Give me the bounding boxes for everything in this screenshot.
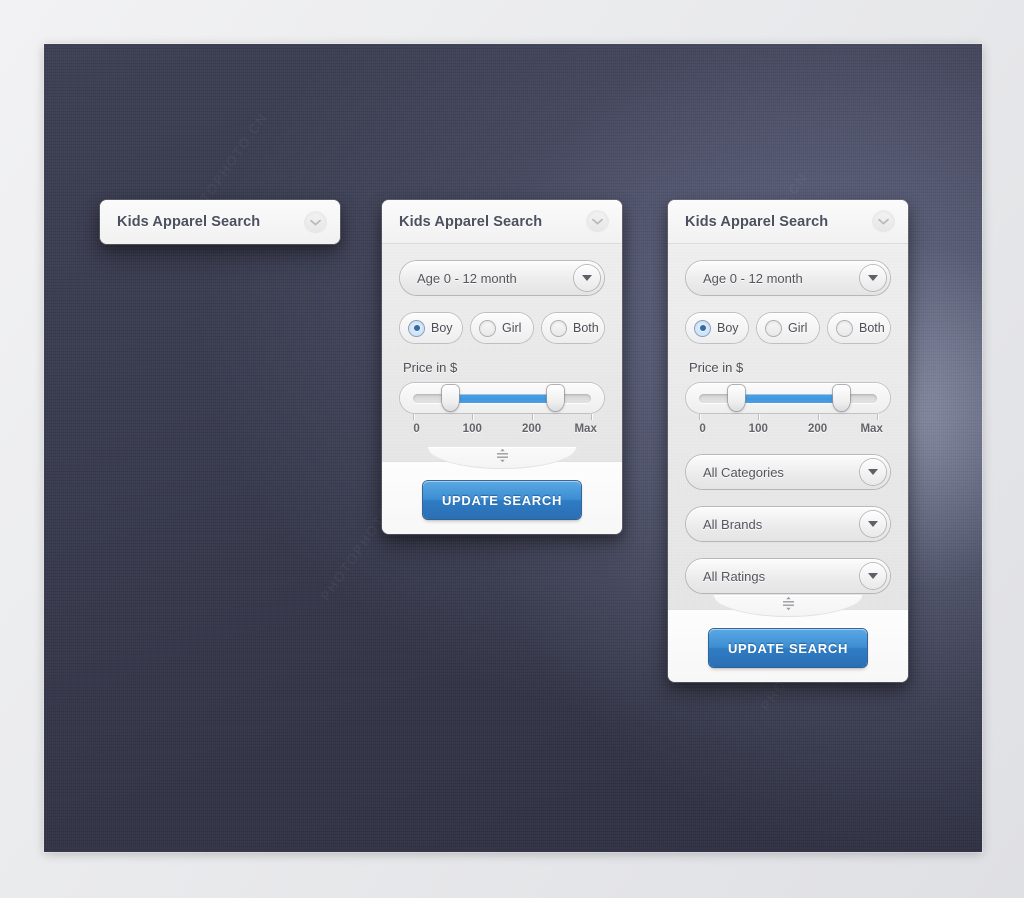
radio-label: Boy (717, 321, 739, 335)
tick-label: Max (574, 423, 597, 435)
caret-glyph (868, 275, 878, 281)
age-select-value: Age 0 - 12 month (703, 270, 803, 286)
price-range-slider[interactable] (400, 383, 604, 413)
caret-down-icon[interactable] (860, 265, 886, 291)
slider-tick-labels: 0 100 200 Max (413, 423, 597, 439)
radio-indicator (409, 320, 424, 336)
brands-select[interactable]: All Brands (686, 507, 890, 541)
caret-down-icon[interactable] (574, 265, 600, 291)
gender-radio-group[interactable]: Boy Girl Both (686, 313, 890, 343)
age-select[interactable]: Age 0 - 12 month (686, 261, 890, 295)
update-search-button[interactable]: UPDATE SEARCH (709, 629, 867, 667)
slider-range-fill (736, 393, 842, 403)
search-panel-collapsed[interactable]: Kids Apparel Search (100, 200, 340, 244)
tick-label: 0 (699, 423, 706, 435)
radio-indicator (551, 320, 566, 336)
slider-range-fill (450, 393, 556, 403)
tick-label: 100 (748, 423, 768, 435)
slider-handle-min[interactable] (442, 384, 460, 411)
search-panel-compact[interactable]: Kids Apparel Search Age 0 - 12 month Boy… (382, 200, 622, 534)
price-slider-label: Price in $ (403, 360, 458, 375)
resize-vertical-grip-icon[interactable] (427, 447, 577, 469)
brands-select-value: All Brands (703, 516, 763, 532)
caret-glyph (868, 521, 878, 527)
slider-ticks (413, 414, 592, 421)
price-range-slider[interactable] (686, 383, 890, 413)
panel-body: Age 0 - 12 month Boy Girl Both Price in … (382, 244, 622, 461)
slider-handle-min[interactable] (728, 384, 746, 411)
categories-select[interactable]: All Categories (686, 455, 890, 489)
page-background: PHOTOPHOTO.CN PHOTOPHOTO.CN PHOTOPHOTO.C… (0, 0, 1024, 898)
caret-glyph (582, 275, 592, 281)
caret-down-icon[interactable] (860, 459, 886, 485)
radio-indicator (695, 320, 710, 336)
radio-option-boy[interactable]: Boy (686, 313, 748, 343)
panel-body: Age 0 - 12 month Boy Girl Both Price in … (668, 244, 908, 609)
resize-vertical-grip-icon[interactable] (713, 595, 863, 617)
panel-footer: UPDATE SEARCH (382, 447, 622, 534)
panel-footer: UPDATE SEARCH (668, 595, 908, 682)
chevron-down-icon[interactable] (305, 211, 326, 233)
tick-label: 0 (413, 423, 420, 435)
radio-label: Girl (788, 321, 808, 335)
caret-down-icon[interactable] (860, 563, 886, 589)
radio-option-girl[interactable]: Girl (471, 313, 533, 343)
dark-canvas: PHOTOPHOTO.CN PHOTOPHOTO.CN PHOTOPHOTO.C… (44, 44, 982, 852)
slider-track[interactable] (413, 384, 591, 411)
tick-label: Max (860, 423, 883, 435)
panel-title: Kids Apparel Search (685, 213, 829, 230)
panel-header[interactable]: Kids Apparel Search (668, 200, 908, 244)
radio-option-both[interactable]: Both (828, 313, 890, 343)
chevron-down-icon[interactable] (873, 211, 894, 232)
radio-indicator (766, 320, 781, 336)
caret-glyph (868, 469, 878, 475)
tick-label: 200 (807, 423, 828, 435)
radio-label: Girl (502, 321, 522, 335)
gender-radio-group[interactable]: Boy Girl Both (400, 313, 604, 343)
panel-title: Kids Apparel Search (399, 213, 543, 230)
caret-down-icon[interactable] (860, 511, 886, 537)
radio-option-boy[interactable]: Boy (400, 313, 462, 343)
radio-label: Both (573, 321, 599, 335)
panel-header[interactable]: Kids Apparel Search (382, 200, 622, 244)
caret-glyph (868, 573, 878, 579)
tick-label: 200 (521, 423, 542, 435)
slider-track[interactable] (699, 384, 877, 411)
age-select-value: Age 0 - 12 month (417, 270, 517, 286)
radio-label: Both (859, 321, 885, 335)
slider-ticks (699, 414, 878, 421)
radio-indicator (480, 320, 495, 336)
search-panel-full[interactable]: Kids Apparel Search Age 0 - 12 month Boy… (668, 200, 908, 682)
slider-tick-labels: 0 100 200 Max (699, 423, 883, 439)
radio-option-girl[interactable]: Girl (757, 313, 819, 343)
panel-header[interactable]: Kids Apparel Search (100, 200, 340, 244)
tick-label: 100 (462, 423, 482, 435)
age-select[interactable]: Age 0 - 12 month (400, 261, 604, 295)
ratings-select[interactable]: All Ratings (686, 559, 890, 593)
radio-label: Boy (431, 321, 453, 335)
update-search-button[interactable]: UPDATE SEARCH (423, 481, 581, 519)
slider-handle-max[interactable] (833, 384, 851, 411)
chevron-down-icon[interactable] (587, 211, 608, 232)
radio-indicator (837, 320, 852, 336)
radio-option-both[interactable]: Both (542, 313, 604, 343)
ratings-select-value: All Ratings (703, 568, 766, 584)
panel-title: Kids Apparel Search (117, 214, 261, 230)
price-slider-label: Price in $ (689, 360, 744, 375)
categories-select-value: All Categories (703, 464, 784, 480)
slider-handle-max[interactable] (547, 384, 565, 411)
